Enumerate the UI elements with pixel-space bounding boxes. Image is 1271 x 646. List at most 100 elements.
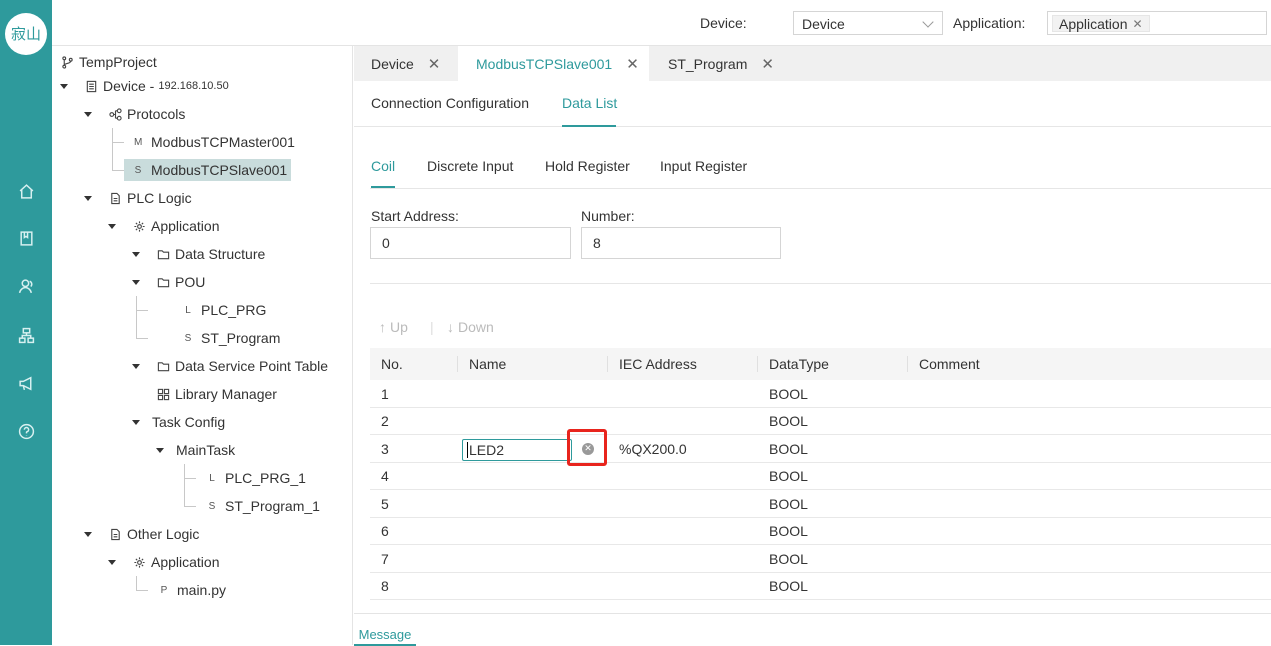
device-select[interactable]: Device bbox=[793, 11, 943, 35]
book-icon[interactable] bbox=[16, 228, 36, 248]
grid-icon bbox=[156, 387, 170, 401]
network-icon[interactable] bbox=[16, 325, 36, 345]
col-no: No. bbox=[381, 356, 403, 372]
tree-modbus-slave[interactable]: S ModbusTCPSlave001 bbox=[124, 159, 292, 181]
clear-icon[interactable]: ✕ bbox=[582, 443, 594, 455]
tree-plc-prg[interactable]: L PLC_PRG bbox=[184, 299, 266, 321]
caret-down-icon[interactable] bbox=[84, 196, 92, 201]
megaphone-icon[interactable] bbox=[16, 373, 36, 393]
tree-guide bbox=[136, 296, 137, 338]
move-up-button[interactable]: ↑ Up bbox=[379, 319, 408, 335]
cell-no: 7 bbox=[381, 550, 389, 567]
application-select[interactable]: Application ✕ bbox=[1047, 11, 1267, 35]
users-icon[interactable] bbox=[16, 276, 36, 296]
caret-down-icon[interactable] bbox=[132, 252, 140, 257]
move-up-label: Up bbox=[390, 319, 408, 335]
tree-plc-logic[interactable]: PLC Logic bbox=[108, 187, 192, 209]
tab-hold-register[interactable]: Hold Register bbox=[545, 158, 630, 174]
tab-discrete-input[interactable]: Discrete Input bbox=[427, 158, 513, 174]
table-row[interactable]: 2 BOOL bbox=[370, 408, 1271, 435]
caret-down-icon[interactable] bbox=[132, 364, 140, 369]
gear-icon bbox=[132, 219, 146, 233]
caret-down-icon[interactable] bbox=[132, 280, 140, 285]
name-edit-value: LED2 bbox=[469, 442, 505, 458]
tab-st-program[interactable]: ST_Program ✕ bbox=[649, 46, 789, 81]
editor-area: Device ✕ ModbusTCPSlave001 ✕ ST_Program … bbox=[354, 46, 1271, 646]
tree-plc-prg-1[interactable]: L PLC_PRG_1 bbox=[208, 467, 306, 489]
tree-st-program[interactable]: S ST_Program bbox=[184, 327, 281, 349]
tab-modbus-slave[interactable]: ModbusTCPSlave001 ✕ bbox=[458, 46, 649, 81]
close-icon[interactable]: ✕ bbox=[761, 55, 774, 73]
tree-dsp-table-label: Data Service Point Table bbox=[175, 358, 329, 374]
tab-device[interactable]: Device ✕ bbox=[354, 46, 458, 81]
caret-down-icon[interactable] bbox=[60, 84, 68, 89]
tag-close-icon[interactable]: ✕ bbox=[1133, 16, 1143, 32]
text-cursor bbox=[467, 442, 468, 458]
tree-pou[interactable]: POU bbox=[156, 271, 205, 293]
branch-icon bbox=[60, 55, 74, 69]
slave-letter-icon: S bbox=[134, 164, 142, 176]
tree-maintask-label: MainTask bbox=[176, 442, 236, 458]
move-down-button[interactable]: ↓ Down bbox=[447, 319, 494, 335]
table-row[interactable]: 4 BOOL bbox=[370, 463, 1271, 490]
caret-down-icon[interactable] bbox=[156, 448, 164, 453]
tree-device[interactable]: Device - 192.168.10.50 bbox=[84, 75, 229, 97]
caret-down-icon[interactable] bbox=[108, 560, 116, 565]
tree-st-program-1[interactable]: S ST_Program_1 bbox=[208, 495, 320, 517]
cell-no: 8 bbox=[381, 578, 389, 594]
close-icon[interactable]: ✕ bbox=[428, 55, 441, 73]
master-letter-icon: M bbox=[134, 136, 143, 148]
caret-down-icon[interactable] bbox=[132, 420, 140, 425]
subtab-data-list[interactable]: Data List bbox=[562, 95, 617, 111]
tree-dsp-table[interactable]: Data Service Point Table bbox=[156, 355, 328, 377]
device-icon bbox=[84, 79, 98, 93]
start-address-input[interactable]: 0 bbox=[370, 227, 571, 259]
table-row[interactable]: 1 BOOL bbox=[370, 380, 1271, 408]
caret-down-icon[interactable] bbox=[108, 224, 116, 229]
tree-project-label: TempProject bbox=[79, 54, 157, 70]
divider bbox=[370, 283, 1271, 284]
tree-maintask[interactable]: MainTask bbox=[176, 439, 235, 461]
folder-icon bbox=[156, 247, 170, 261]
tree-library-manager[interactable]: Library Manager bbox=[156, 383, 277, 405]
tree-other-application[interactable]: Application bbox=[132, 551, 220, 573]
tree-application[interactable]: Application bbox=[132, 215, 220, 237]
message-tab[interactable]: Message bbox=[354, 624, 416, 646]
tree-other-logic[interactable]: Other Logic bbox=[108, 523, 199, 545]
tree-task-config[interactable]: Task Config bbox=[152, 411, 225, 433]
tree-protocols[interactable]: Protocols bbox=[108, 103, 185, 125]
tab-st-program-label: ST_Program bbox=[668, 55, 748, 72]
col-name: Name bbox=[469, 356, 507, 372]
table-row[interactable]: 5 BOOL bbox=[370, 490, 1271, 518]
config-subtabs: Connection Configuration Data List bbox=[354, 81, 1271, 127]
table-row[interactable]: 3 LED2 ✕ %QX200.0 BOOL bbox=[370, 429, 1271, 466]
caret-down-icon[interactable] bbox=[84, 112, 92, 117]
table-row[interactable]: 7 BOOL bbox=[370, 545, 1271, 573]
cell-datatype: BOOL bbox=[769, 550, 808, 567]
tree-library-manager-label: Library Manager bbox=[175, 386, 277, 402]
folder-icon bbox=[156, 275, 170, 289]
subtab-connection[interactable]: Connection Configuration bbox=[371, 95, 529, 111]
file-icon bbox=[108, 527, 122, 541]
tab-input-register[interactable]: Input Register bbox=[660, 158, 747, 174]
tab-coil[interactable]: Coil bbox=[371, 158, 395, 174]
tree-application-label: Application bbox=[151, 218, 220, 234]
caret-down-icon[interactable] bbox=[84, 532, 92, 537]
table-row[interactable]: 6 BOOL bbox=[370, 518, 1271, 545]
tree-other-logic-label: Other Logic bbox=[127, 526, 200, 542]
close-icon[interactable]: ✕ bbox=[626, 55, 639, 73]
tree-data-structure[interactable]: Data Structure bbox=[156, 243, 265, 265]
tree-guide bbox=[184, 464, 185, 506]
table-row[interactable]: 8 BOOL bbox=[370, 573, 1271, 600]
cell-datatype: BOOL bbox=[769, 440, 808, 457]
chevron-down-icon bbox=[922, 16, 934, 28]
home-icon[interactable] bbox=[16, 181, 36, 201]
tree-modbus-master[interactable]: M ModbusTCPMaster001 bbox=[134, 131, 295, 153]
name-edit-input[interactable]: LED2 bbox=[462, 439, 572, 461]
help-icon[interactable] bbox=[16, 421, 36, 441]
move-down-label: Down bbox=[458, 319, 494, 335]
tree-plc-prg-1-label: PLC_PRG_1 bbox=[225, 470, 306, 486]
tree-main-py[interactable]: P main.py bbox=[160, 579, 226, 601]
number-input[interactable]: 8 bbox=[581, 227, 781, 259]
tree-project[interactable]: TempProject bbox=[60, 51, 157, 73]
